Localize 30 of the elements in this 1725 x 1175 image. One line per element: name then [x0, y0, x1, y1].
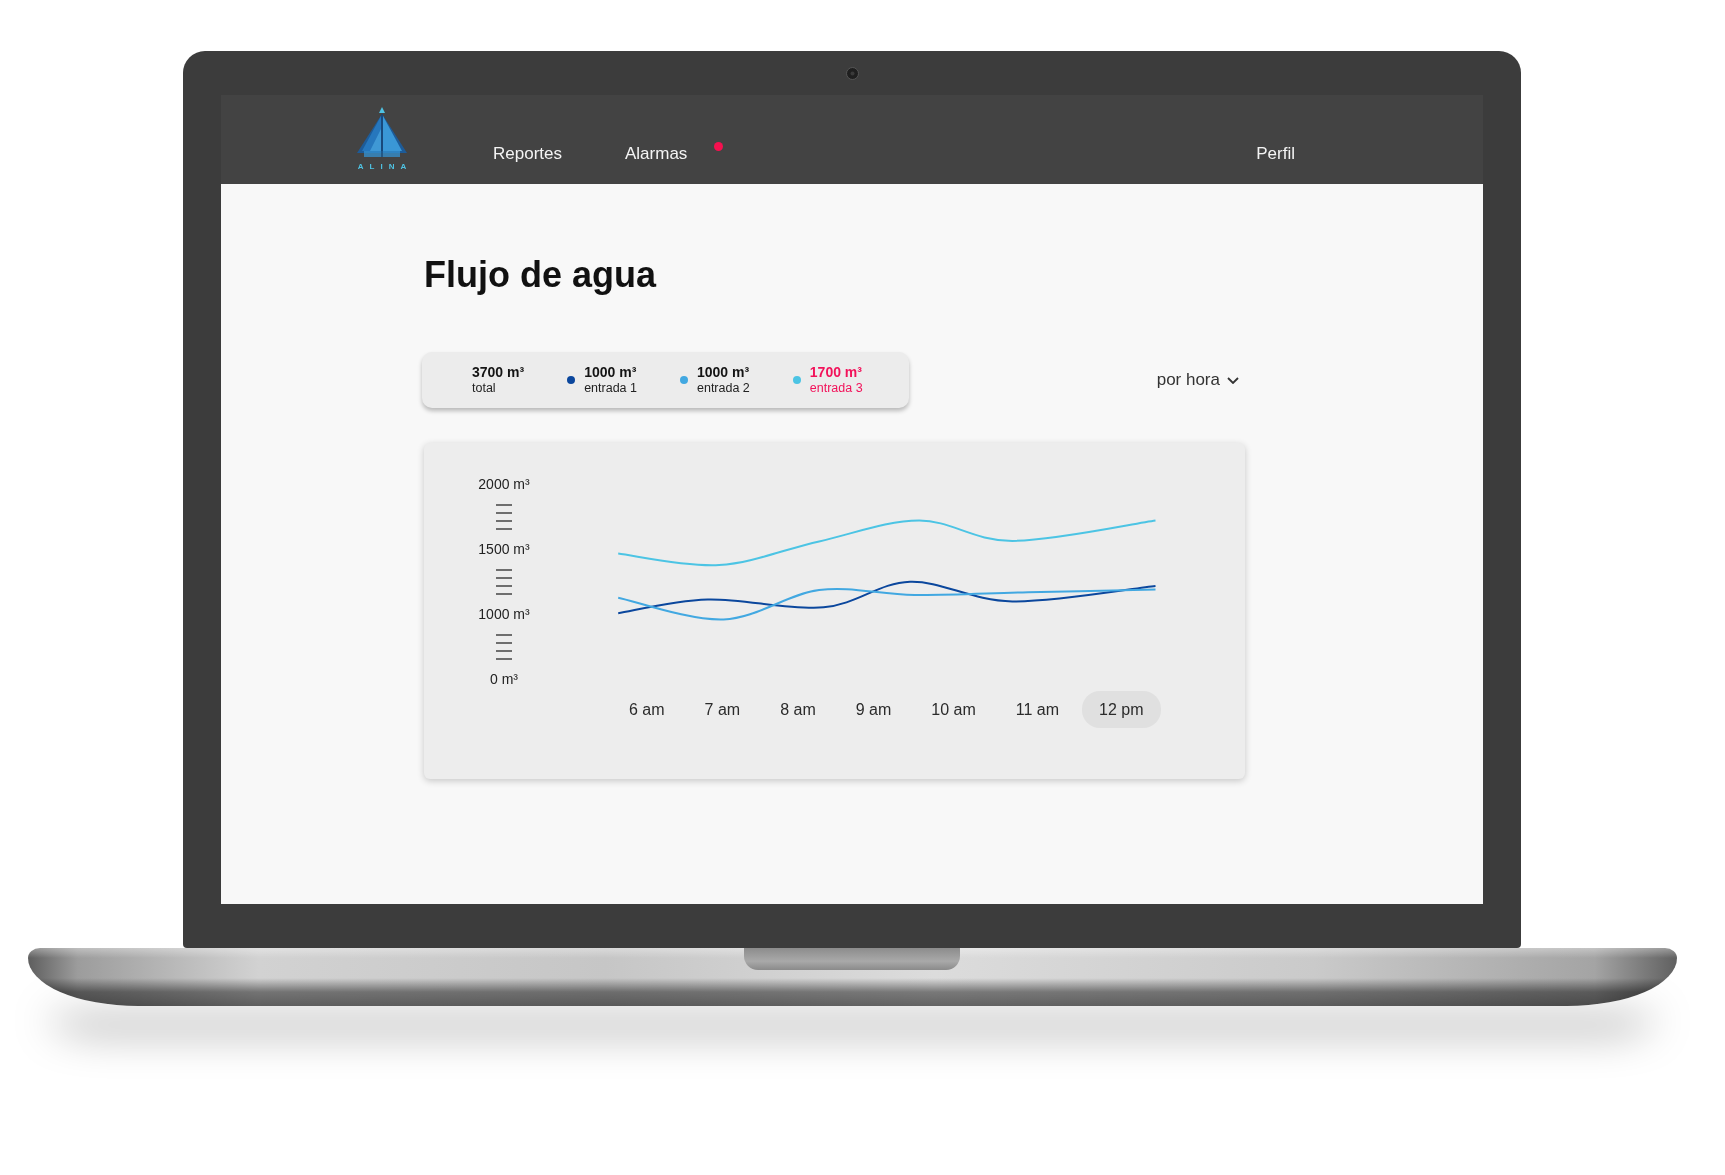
summary-value: 1000 m³: [584, 364, 637, 380]
time-button[interactable]: 9 am: [838, 691, 909, 728]
chevron-down-icon: [1227, 376, 1239, 384]
time-button[interactable]: 6 am: [612, 691, 682, 728]
time-button[interactable]: 12 pm: [1082, 691, 1161, 728]
nav-link[interactable]: Alarmas: [625, 144, 688, 164]
profile-link[interactable]: Perfil: [1256, 144, 1295, 164]
axis-label: 1500 m³: [478, 540, 530, 559]
time-button[interactable]: 10 am: [914, 691, 993, 728]
axis-label: 0 m³: [490, 670, 518, 689]
nav-link[interactable]: Reportes: [493, 144, 562, 164]
summary-label: entrada 3: [809, 379, 863, 396]
time-button[interactable]: 7 am: [687, 691, 758, 728]
tick-marks-icon: [496, 503, 512, 530]
tick-marks-icon: [496, 568, 512, 595]
summary-label: entrada 1: [584, 379, 637, 396]
tick-marks-icon: [496, 633, 512, 660]
page-title: Flujo de agua: [423, 253, 656, 297]
time-button[interactable]: 8 am: [763, 691, 833, 728]
time-button[interactable]: 11 am: [998, 691, 1077, 728]
period-dropdown[interactable]: por hora: [1156, 370, 1239, 390]
summary-label: total: [472, 379, 497, 396]
summary-value: 3700 m³: [472, 364, 525, 380]
logo-wordmark: ALINA: [357, 162, 413, 171]
summary-label: entrada 2: [697, 379, 750, 396]
axis-label: 1000 m³: [478, 605, 530, 624]
summary-value: 1700 m³: [809, 364, 863, 380]
summary-value: 1000 m³: [697, 364, 750, 380]
axis-label: 2000 m³: [478, 475, 530, 494]
webcam-icon: [845, 66, 859, 80]
